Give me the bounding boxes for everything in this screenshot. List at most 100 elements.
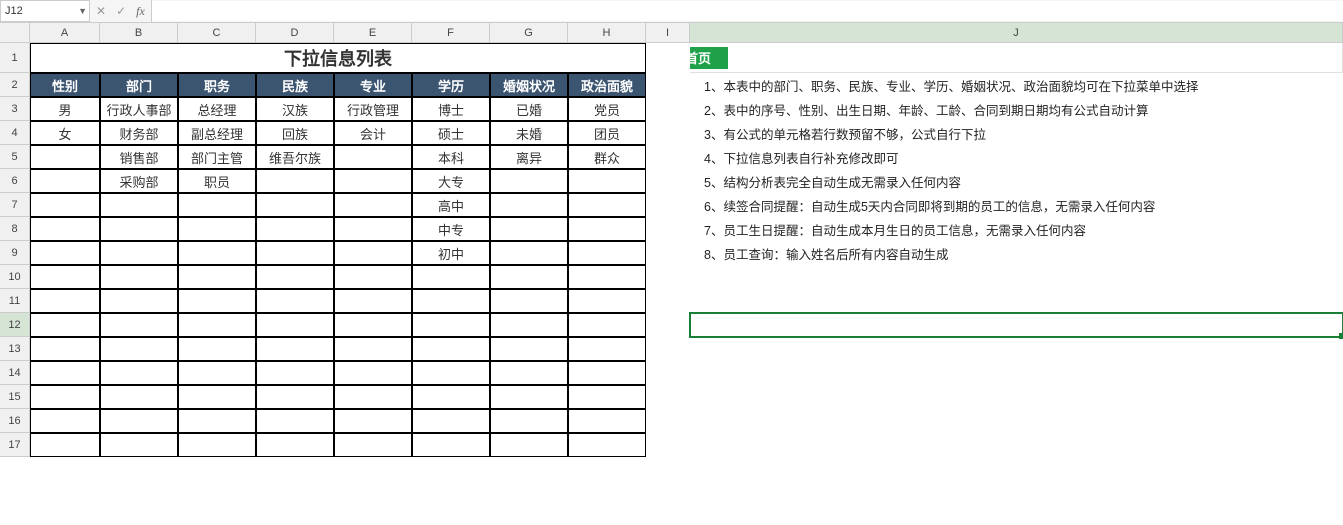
cell-A3[interactable]: 男: [30, 97, 100, 121]
cell-F7[interactable]: 高中: [412, 193, 490, 217]
cell-B11[interactable]: [100, 289, 178, 313]
cell-C7[interactable]: [178, 193, 256, 217]
row-header-15[interactable]: 15: [0, 385, 30, 409]
cell-A14[interactable]: [30, 361, 100, 385]
column-header-F[interactable]: F: [412, 23, 490, 43]
cell-G9[interactable]: [490, 241, 568, 265]
column-header-G[interactable]: G: [490, 23, 568, 43]
cell-B13[interactable]: [100, 337, 178, 361]
cell-D7[interactable]: [256, 193, 334, 217]
cell-H14[interactable]: [568, 361, 646, 385]
row-header-13[interactable]: 13: [0, 337, 30, 361]
cell-G11[interactable]: [490, 289, 568, 313]
cell-H9[interactable]: [568, 241, 646, 265]
cell-J15[interactable]: [690, 385, 1343, 409]
row-header-14[interactable]: 14: [0, 361, 30, 385]
column-header-A[interactable]: A: [30, 23, 100, 43]
row-header-1[interactable]: 1: [0, 43, 30, 73]
cell-E3[interactable]: 行政管理: [334, 97, 412, 121]
cell-F5[interactable]: 本科: [412, 145, 490, 169]
cell-G7[interactable]: [490, 193, 568, 217]
cell-D13[interactable]: [256, 337, 334, 361]
row-header-12[interactable]: 12: [0, 313, 30, 337]
cell-E5[interactable]: [334, 145, 412, 169]
cell-G3[interactable]: 已婚: [490, 97, 568, 121]
cell-B5[interactable]: 销售部: [100, 145, 178, 169]
row-header-5[interactable]: 5: [0, 145, 30, 169]
cell-A7[interactable]: [30, 193, 100, 217]
cell-I8[interactable]: [646, 217, 690, 241]
cell-A10[interactable]: [30, 265, 100, 289]
cell-I7[interactable]: [646, 193, 690, 217]
cell-E11[interactable]: [334, 289, 412, 313]
cell-I9[interactable]: [646, 241, 690, 265]
cell-F3[interactable]: 博士: [412, 97, 490, 121]
row-header-3[interactable]: 3: [0, 97, 30, 121]
cell-A6[interactable]: [30, 169, 100, 193]
cell-G14[interactable]: [490, 361, 568, 385]
cell-B6[interactable]: 采购部: [100, 169, 178, 193]
cell-H16[interactable]: [568, 409, 646, 433]
column-header-I[interactable]: I: [646, 23, 690, 43]
cell-E17[interactable]: [334, 433, 412, 457]
cell-F8[interactable]: 中专: [412, 217, 490, 241]
cell-G17[interactable]: [490, 433, 568, 457]
cell-H10[interactable]: [568, 265, 646, 289]
cell-J12[interactable]: [690, 313, 1343, 337]
cell-D15[interactable]: [256, 385, 334, 409]
home-button[interactable]: 首页: [690, 47, 728, 69]
cell-G6[interactable]: [490, 169, 568, 193]
cell-C14[interactable]: [178, 361, 256, 385]
cell-D8[interactable]: [256, 217, 334, 241]
cell-G16[interactable]: [490, 409, 568, 433]
cell-B3[interactable]: 行政人事部: [100, 97, 178, 121]
cell-E10[interactable]: [334, 265, 412, 289]
cell-A8[interactable]: [30, 217, 100, 241]
cell-F10[interactable]: [412, 265, 490, 289]
cell-E14[interactable]: [334, 361, 412, 385]
cell-A16[interactable]: [30, 409, 100, 433]
cell-F12[interactable]: [412, 313, 490, 337]
row-header-16[interactable]: 16: [0, 409, 30, 433]
cell-C12[interactable]: [178, 313, 256, 337]
cell-B16[interactable]: [100, 409, 178, 433]
cell-J14[interactable]: [690, 361, 1343, 385]
cell-C8[interactable]: [178, 217, 256, 241]
dropdown-icon[interactable]: ▼: [78, 6, 87, 16]
cell-F16[interactable]: [412, 409, 490, 433]
cell-I17[interactable]: [646, 433, 690, 457]
cell-B12[interactable]: [100, 313, 178, 337]
cell-G8[interactable]: [490, 217, 568, 241]
cell-I12[interactable]: [646, 313, 690, 337]
cell-E6[interactable]: [334, 169, 412, 193]
cell-D10[interactable]: [256, 265, 334, 289]
cell-A9[interactable]: [30, 241, 100, 265]
cell-J10[interactable]: [690, 265, 1343, 289]
cell-C5[interactable]: 部门主管: [178, 145, 256, 169]
cell-I6[interactable]: [646, 169, 690, 193]
cell-I3[interactable]: [646, 97, 690, 121]
column-header-C[interactable]: C: [178, 23, 256, 43]
row-header-2[interactable]: 2: [0, 73, 30, 97]
cell-A12[interactable]: [30, 313, 100, 337]
cell-I2[interactable]: [646, 73, 690, 97]
cell-D16[interactable]: [256, 409, 334, 433]
cell-C10[interactable]: [178, 265, 256, 289]
cell-E4[interactable]: 会计: [334, 121, 412, 145]
column-header-B[interactable]: B: [100, 23, 178, 43]
cell-A4[interactable]: 女: [30, 121, 100, 145]
cell-E15[interactable]: [334, 385, 412, 409]
cell-H12[interactable]: [568, 313, 646, 337]
cell-I1[interactable]: [646, 43, 690, 73]
cell-B14[interactable]: [100, 361, 178, 385]
cell-H17[interactable]: [568, 433, 646, 457]
cell-E16[interactable]: [334, 409, 412, 433]
cell-F15[interactable]: [412, 385, 490, 409]
cell-A5[interactable]: [30, 145, 100, 169]
cell-C4[interactable]: 副总经理: [178, 121, 256, 145]
column-header-H[interactable]: H: [568, 23, 646, 43]
row-header-9[interactable]: 9: [0, 241, 30, 265]
fx-icon[interactable]: fx: [136, 5, 145, 17]
cell-E12[interactable]: [334, 313, 412, 337]
cell-G5[interactable]: 离异: [490, 145, 568, 169]
